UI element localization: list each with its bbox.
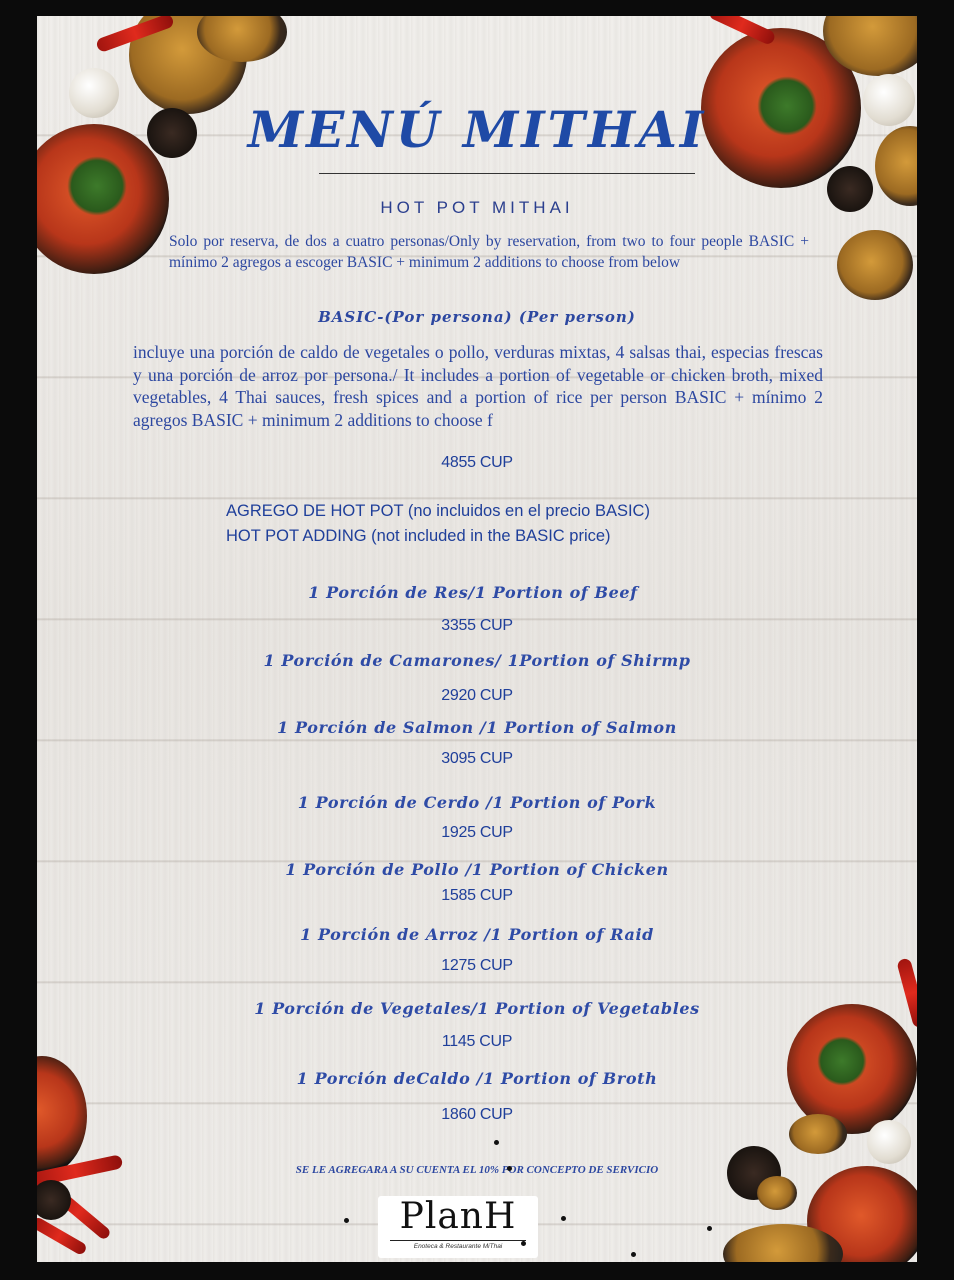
decorative-dot	[707, 1226, 712, 1231]
additions-heading: AGREGO DE HOT POT (no incluidos en el pr…	[226, 499, 786, 549]
logo-wordmark: PlanH	[399, 1196, 517, 1237]
decorative-dot	[507, 1166, 512, 1171]
menu-title: MENÚ MITHAI	[247, 100, 707, 159]
list-item-name: 1 Porción de Pollo /1 Portion of Chicken	[285, 860, 669, 879]
list-item-price: 2920 CUP	[441, 687, 513, 704]
basic-description: incluye una porción de caldo de vegetale…	[133, 342, 823, 430]
title-divider	[319, 173, 695, 174]
list-item-price: 1925 CUP	[441, 824, 513, 841]
decorative-dot	[494, 1140, 499, 1145]
list-item-name: 1 Porción de Res/1 Portion of Beef	[308, 583, 638, 602]
list-item-name: 1 Porción de Vegetales/1 Portion of Vege…	[254, 999, 700, 1018]
reservation-note: Solo por reserva, de dos a cuatro person…	[169, 233, 809, 271]
list-item-name: 1 Porción de Salmon /1 Portion of Salmon	[277, 718, 677, 737]
service-charge-note: SE LE AGREGARA A SU CUENTA EL 10% POR CO…	[295, 1164, 659, 1176]
list-item-price: 1585 CUP	[441, 887, 513, 904]
list-item-name: 1 Porción de Arroz /1 Portion of Raid	[300, 925, 654, 944]
list-item-price: 1860 CUP	[441, 1106, 513, 1123]
basic-heading: BASIC-(Por persona) (Per person)	[318, 308, 636, 326]
logo-tagline: Enoteca & Restaurante MiThai	[390, 1240, 526, 1250]
restaurant-logo: PlanH Enoteca & Restaurante MiThai	[378, 1196, 538, 1258]
list-item-name: 1 Porción de Cerdo /1 Portion of Pork	[297, 793, 657, 812]
list-item-price: 3095 CUP	[441, 750, 513, 767]
decorative-dot	[631, 1252, 636, 1257]
list-item-price: 1275 CUP	[441, 957, 513, 974]
decorative-dot	[521, 1241, 526, 1246]
list-item-name: 1 Porción deCaldo /1 Portion of Broth	[296, 1069, 658, 1088]
list-item-price: 3355 CUP	[441, 617, 513, 634]
basic-price: 4855 CUP	[441, 454, 513, 471]
decorative-dot	[561, 1216, 566, 1221]
menu-page: MENÚ MITHAI HOT POT MITHAI Solo por rese…	[37, 16, 917, 1262]
additions-heading-en: HOT POT ADDING (not included in the BASI…	[226, 527, 611, 545]
list-item-name: 1 Porción de Camarones/ 1Portion of Shir…	[263, 651, 691, 670]
list-item-price: 1145 CUP	[441, 1033, 513, 1050]
decorative-dot	[344, 1218, 349, 1223]
additions-heading-es: AGREGO DE HOT POT (no incluidos en el pr…	[226, 502, 650, 520]
section-title: HOT POT MITHAI	[380, 198, 574, 217]
